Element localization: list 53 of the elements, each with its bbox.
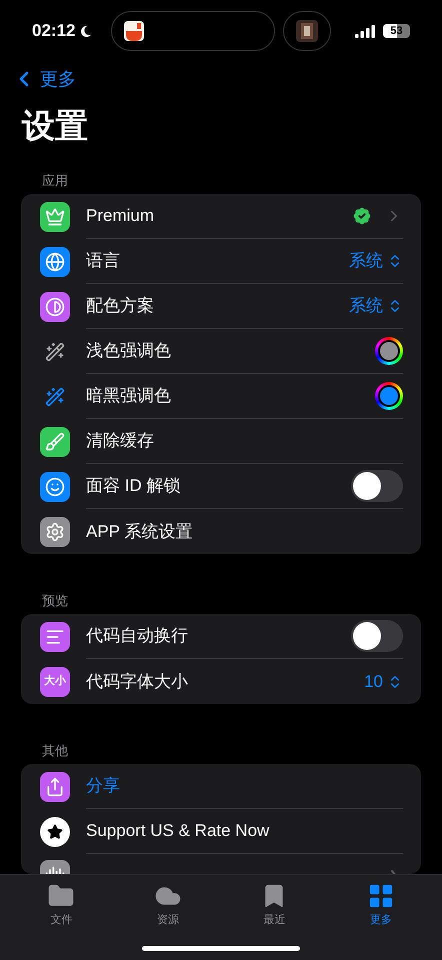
row-label: 分享 <box>86 775 120 798</box>
toggle-switch[interactable] <box>351 620 403 652</box>
toggle-switch[interactable] <box>351 470 403 502</box>
tab-item[interactable]: 最近 <box>234 882 314 928</box>
settings-row[interactable]: APP 系统设置 <box>21 509 421 554</box>
settings-row[interactable]: 配色方案 系统 <box>21 284 421 329</box>
page-title: 设置 <box>20 106 89 146</box>
section-header: 预览 <box>41 592 69 610</box>
tab-item[interactable]: 更多 <box>340 882 421 928</box>
lines-icon <box>40 622 70 652</box>
battery-icon: 53 <box>383 24 410 38</box>
settings-row[interactable]: 暗黑强调色 <box>21 374 421 419</box>
crown-icon <box>40 202 70 232</box>
settings-row[interactable]: 语言 系统 <box>21 239 421 284</box>
moon-icon <box>79 24 92 38</box>
row-label: 语言 <box>86 250 120 272</box>
row-label: 面容 ID 解锁 <box>86 475 180 498</box>
settings-row[interactable]: 面容 ID 解锁 <box>21 464 421 509</box>
settings-row[interactable]: Support US & Rate Now <box>21 809 421 854</box>
row-label: Premium <box>86 205 154 228</box>
smiley-icon <box>40 472 70 502</box>
share-icon <box>40 772 70 802</box>
picker-button[interactable]: 系统 <box>349 248 403 274</box>
picker-button[interactable]: 系统 <box>349 293 403 319</box>
settings-row[interactable]: Premium <box>21 194 421 239</box>
tab-item[interactable]: 资源 <box>128 882 208 928</box>
row-label: 代码自动换行 <box>86 625 188 648</box>
picker-button[interactable]: 10 <box>364 668 403 694</box>
row-label: 代码字体大小 <box>86 670 188 693</box>
row-label: Support US & Rate Now <box>86 820 270 842</box>
row-label: APP 系统设置 <box>86 520 192 543</box>
settings-row[interactable]: 代码自动换行 <box>21 614 421 659</box>
row-label: 浅色强调色 <box>86 340 171 362</box>
color-well[interactable] <box>375 382 403 410</box>
tab-item[interactable]: 文件 <box>21 882 102 928</box>
gear-icon <box>40 516 70 546</box>
settings-row[interactable]: 大小 代码字体大小 10 <box>21 659 421 704</box>
row-label: 清除缓存 <box>86 430 154 452</box>
settings-row[interactable]: 清除缓存 <box>21 419 421 464</box>
section-header: 应用 <box>41 172 69 190</box>
row-label: 配色方案 <box>86 295 154 318</box>
brush-icon <box>40 426 70 456</box>
back-link[interactable]: 更多 <box>12 66 76 92</box>
text-size-icon: 大小 <box>40 666 70 696</box>
settings-row[interactable]: 分享 <box>21 764 421 809</box>
globe-icon <box>40 246 70 276</box>
color-well[interactable] <box>375 337 403 365</box>
status-time: 02:12 <box>32 20 76 42</box>
settings-row[interactable]: 浅色强调色 <box>21 329 421 374</box>
verified-badge-icon <box>351 205 373 227</box>
section-header: 其他 <box>41 742 69 760</box>
row-label: 暗黑强调色 <box>86 385 171 408</box>
signal-icon <box>355 24 375 38</box>
